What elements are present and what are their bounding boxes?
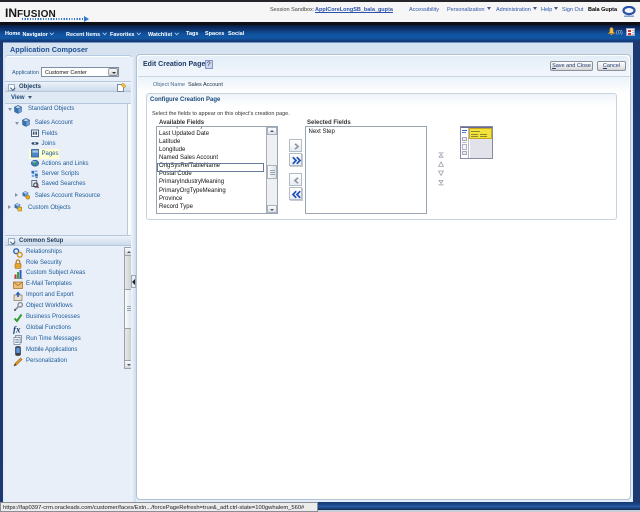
svg-text:fx: fx [13, 324, 21, 334]
